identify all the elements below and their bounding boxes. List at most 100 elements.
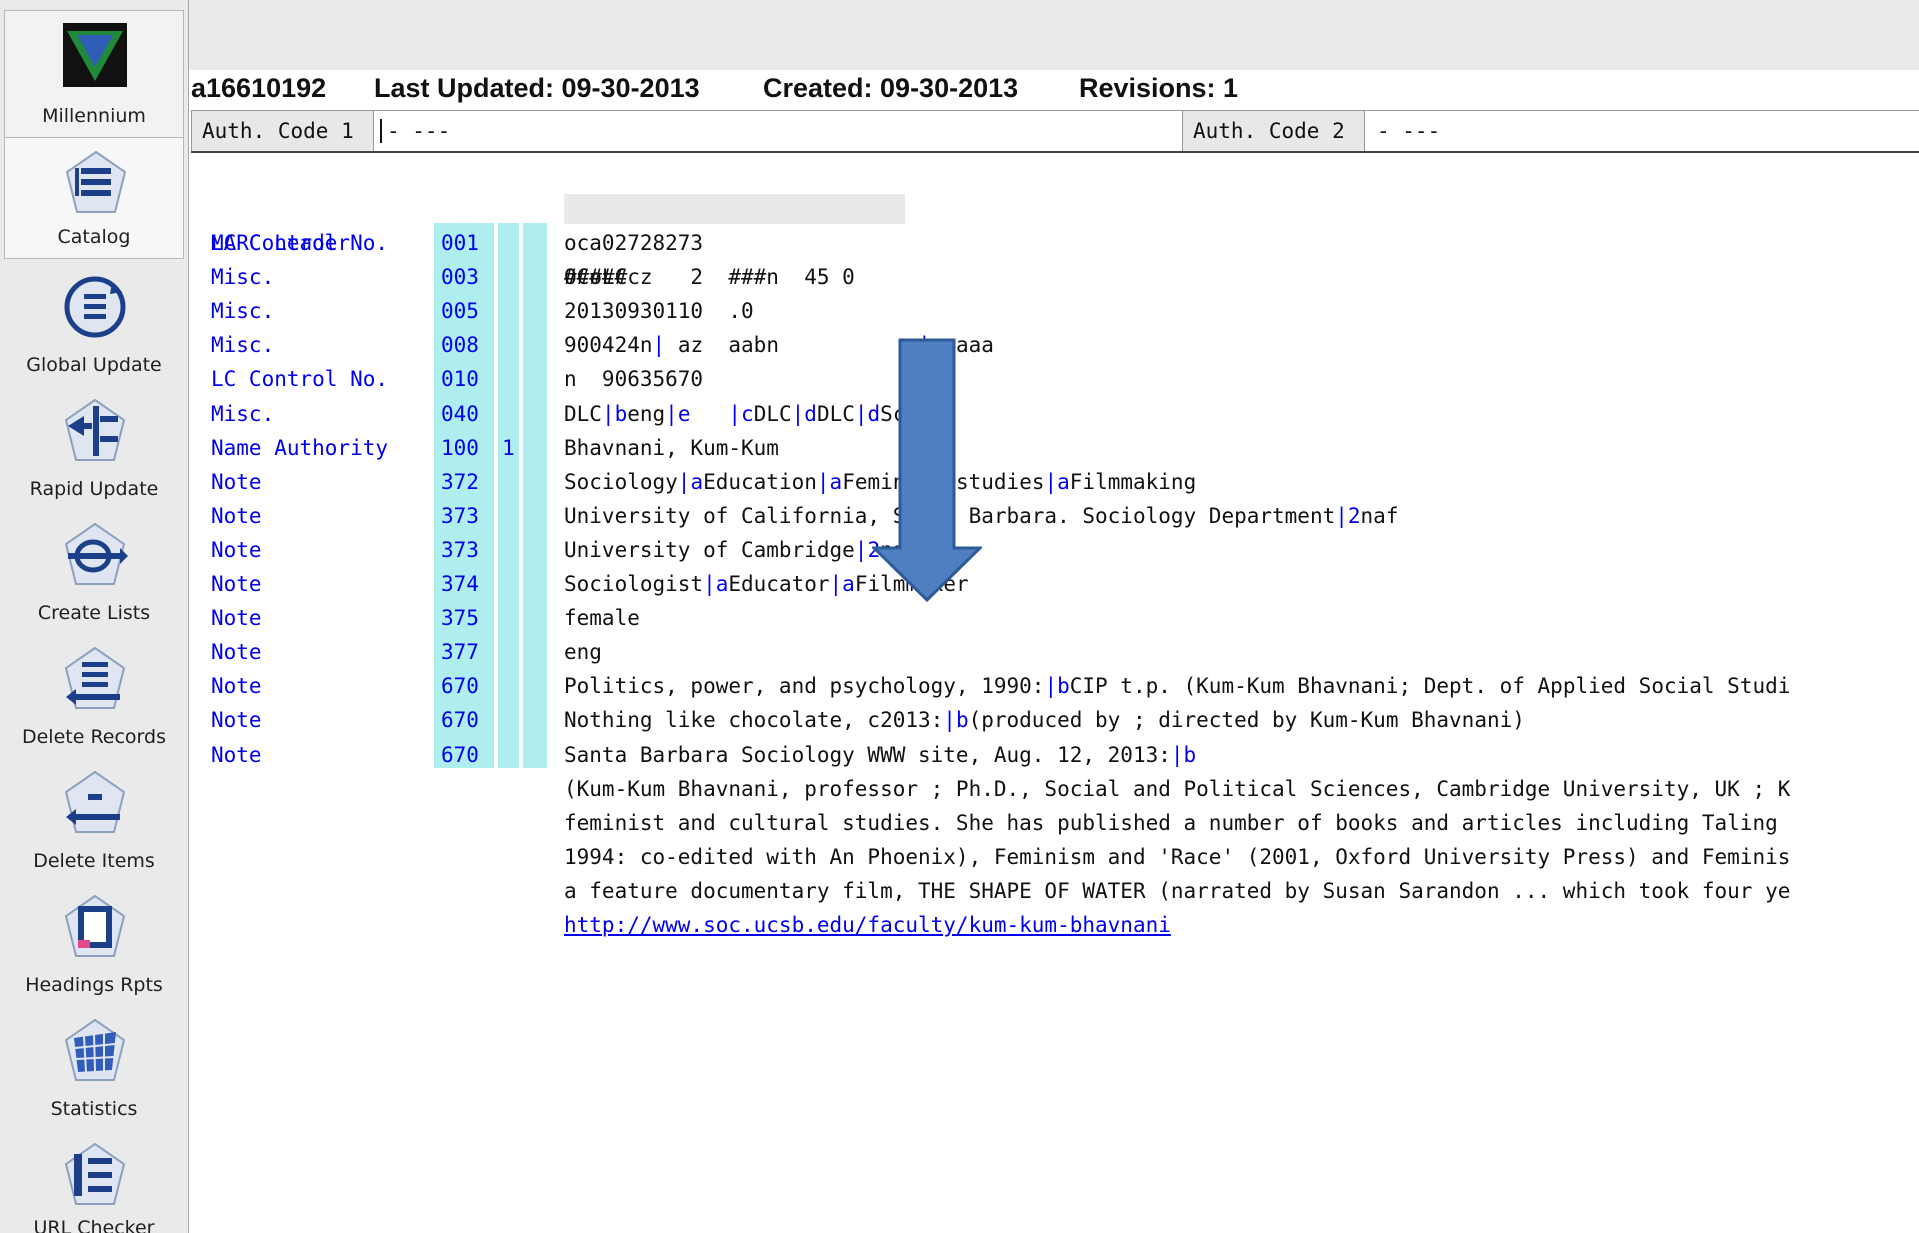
field-data[interactable]: DLC|beng|e |cDLC|dDLC|dScU	[564, 397, 918, 431]
toolbar-area	[189, 0, 1919, 70]
field-label[interactable]: LC Control No.	[211, 362, 388, 396]
field-tag: 005	[441, 299, 479, 324]
subfield-delimiter: |n	[918, 333, 944, 358]
subfield-delimiter: |b	[601, 401, 628, 426]
field-tag: 373	[441, 503, 479, 528]
sidebar-item-label: URL Checker	[33, 1217, 155, 1233]
field-tag: 372	[441, 469, 479, 494]
field-tag: 670	[441, 708, 479, 733]
sidebar-item-label: Delete Items	[33, 850, 155, 872]
record-id: a16610192	[191, 73, 327, 103]
field-label[interactable]: Note	[211, 533, 262, 567]
field-label[interactable]: Misc.	[211, 294, 274, 328]
sidebar-item-label: Headings Rpts	[25, 974, 163, 996]
field-label[interactable]: Note	[211, 669, 262, 703]
field-tag: 374	[441, 572, 479, 596]
field-data[interactable]: Sociologist|aEducator|aFilmmaker	[564, 567, 969, 601]
sidebar-item-label: Delete Records	[21, 726, 166, 748]
sidebar-item-create-lists[interactable]: Create Lists	[4, 510, 184, 634]
field-data[interactable]: oca02728273	[564, 226, 703, 260]
field-label[interactable]: Note	[211, 738, 262, 772]
sidebar-item-statistics[interactable]: Statistics	[4, 1006, 184, 1130]
delete-records-icon	[64, 646, 126, 709]
field-data[interactable]: 20130930110 .0	[564, 294, 754, 328]
field-label[interactable]: Note	[211, 601, 262, 635]
create-lists-icon	[64, 522, 128, 585]
leader-value-background	[564, 194, 905, 224]
field-label[interactable]: Note	[211, 635, 262, 669]
subfield-delimiter: |b	[1044, 674, 1070, 699]
auth-code-2-field[interactable]: - ---	[1367, 111, 1919, 151]
field-data[interactable]: University of California, Santa Barbara.…	[564, 499, 1398, 533]
sidebar-item-catalog[interactable]: Catalog	[4, 138, 184, 259]
field-tag: 373	[441, 537, 479, 562]
subfield-delimiter: |d	[791, 401, 817, 426]
field-label[interactable]: Misc.	[211, 397, 274, 431]
field-data[interactable]: eng	[564, 635, 602, 669]
sidebar-item-label: Rapid Update	[29, 478, 159, 500]
catalog-icon	[65, 150, 127, 213]
field-tag: 377	[441, 640, 479, 665]
global-update-icon	[64, 276, 126, 338]
field-data[interactable]: OCoLC	[564, 260, 627, 294]
sidebar-item-millennium[interactable]: Millennium	[4, 10, 184, 138]
text-caret	[380, 119, 382, 143]
field-label[interactable]: Note	[211, 465, 262, 499]
field-data[interactable]: 900424n| az aabn |n aaa	[564, 328, 994, 362]
field-data[interactable]: University of Cambridge|2naf	[564, 533, 918, 567]
subfield-delimiter: |c	[728, 401, 754, 426]
sidebar-item-label: Catalog	[57, 226, 131, 248]
sidebar-item-global-update[interactable]: Global Update	[4, 262, 184, 386]
subfield-delimiter: |d	[854, 401, 881, 426]
field-tag: 008	[441, 333, 479, 358]
field-tag: 375	[441, 606, 479, 631]
field-tag: 100	[441, 435, 479, 460]
delete-items-icon	[64, 770, 126, 833]
subfield-delimiter: |b	[943, 708, 969, 733]
field-data[interactable]: Sociology|aEducation|aFeminist studies|a…	[564, 465, 1196, 499]
rapid-update-icon	[64, 398, 126, 461]
continuation-line[interactable]: (Kum-Kum Bhavnani, professor ; Ph.D., So…	[564, 772, 1790, 806]
field-data[interactable]: n 90635670	[564, 362, 703, 396]
sidebar-item-label: Statistics	[50, 1098, 138, 1120]
subfield-delimiter: |	[652, 333, 678, 358]
marc-leader-row[interactable]: MARC Leader #####cz 2 ###n 45 0	[191, 192, 855, 289]
sidebar-item-label: Create Lists	[37, 602, 151, 624]
field-label[interactable]: Misc.	[211, 260, 274, 294]
sidebar-item-rapid-update[interactable]: Rapid Update	[4, 386, 184, 510]
auth-code-1-label: Auth. Code 1	[191, 111, 374, 151]
field-label[interactable]: Name Authority	[211, 431, 388, 465]
field-label[interactable]: Misc.	[211, 328, 274, 362]
field-data[interactable]: Bhavnani, Kum-Kum	[564, 431, 779, 465]
field-label[interactable]: Note	[211, 499, 262, 533]
auth-code-1-field[interactable]: - ---	[377, 111, 1177, 151]
field-label[interactable]: Note	[211, 567, 262, 601]
field-data[interactable]: female	[564, 601, 640, 635]
subfield-delimiter: |2	[854, 537, 881, 562]
field-label[interactable]: LC Control No.	[211, 226, 388, 260]
field-tag: 001	[441, 231, 479, 255]
sidebar-item-delete-items[interactable]: Delete Items	[4, 758, 184, 882]
url-checker-icon	[64, 1142, 126, 1205]
field-data[interactable]: Politics, power, and psychology, 1990:|b…	[564, 669, 1790, 703]
millennium-logo-icon	[63, 23, 127, 87]
record-header: a16610192 Last Updated: 09-30-2013 Creat…	[191, 70, 1919, 110]
headings-rpts-icon	[64, 894, 126, 957]
auth-code-1-value: - ---	[387, 119, 451, 143]
subfield-delimiter: |a	[829, 572, 855, 596]
sidebar-item-url-checker[interactable]: URL Checker	[4, 1130, 184, 1233]
field-label[interactable]: Note	[211, 703, 262, 737]
marc-editor[interactable]: MARC Leader #####cz 2 ###n 45 0 LC Contr…	[191, 152, 1919, 1233]
indicator1-column-highlight	[498, 223, 519, 768]
subfield-delimiter: |a	[1044, 469, 1070, 494]
sidebar-item-delete-records[interactable]: Delete Records	[4, 634, 184, 758]
subfield-delimiter: |2	[1335, 503, 1361, 528]
faculty-url-link[interactable]: http://www.soc.ucsb.edu/faculty/kum-kum-…	[564, 908, 1171, 942]
continuation-line[interactable]: a feature documentary film, THE SHAPE OF…	[564, 874, 1790, 908]
field-data[interactable]: Nothing like chocolate, c2013:|b(produce…	[564, 703, 1525, 737]
continuation-line[interactable]: feminist and cultural studies. She has p…	[564, 806, 1778, 840]
continuation-line[interactable]: 1994: co-edited with An Phoenix), Femini…	[564, 840, 1790, 874]
sidebar-item-headings-rpts[interactable]: Headings Rpts	[4, 882, 184, 1006]
field-data[interactable]: Santa Barbara Sociology WWW site, Aug. 1…	[564, 738, 1196, 772]
field-tag: 670	[441, 674, 479, 699]
